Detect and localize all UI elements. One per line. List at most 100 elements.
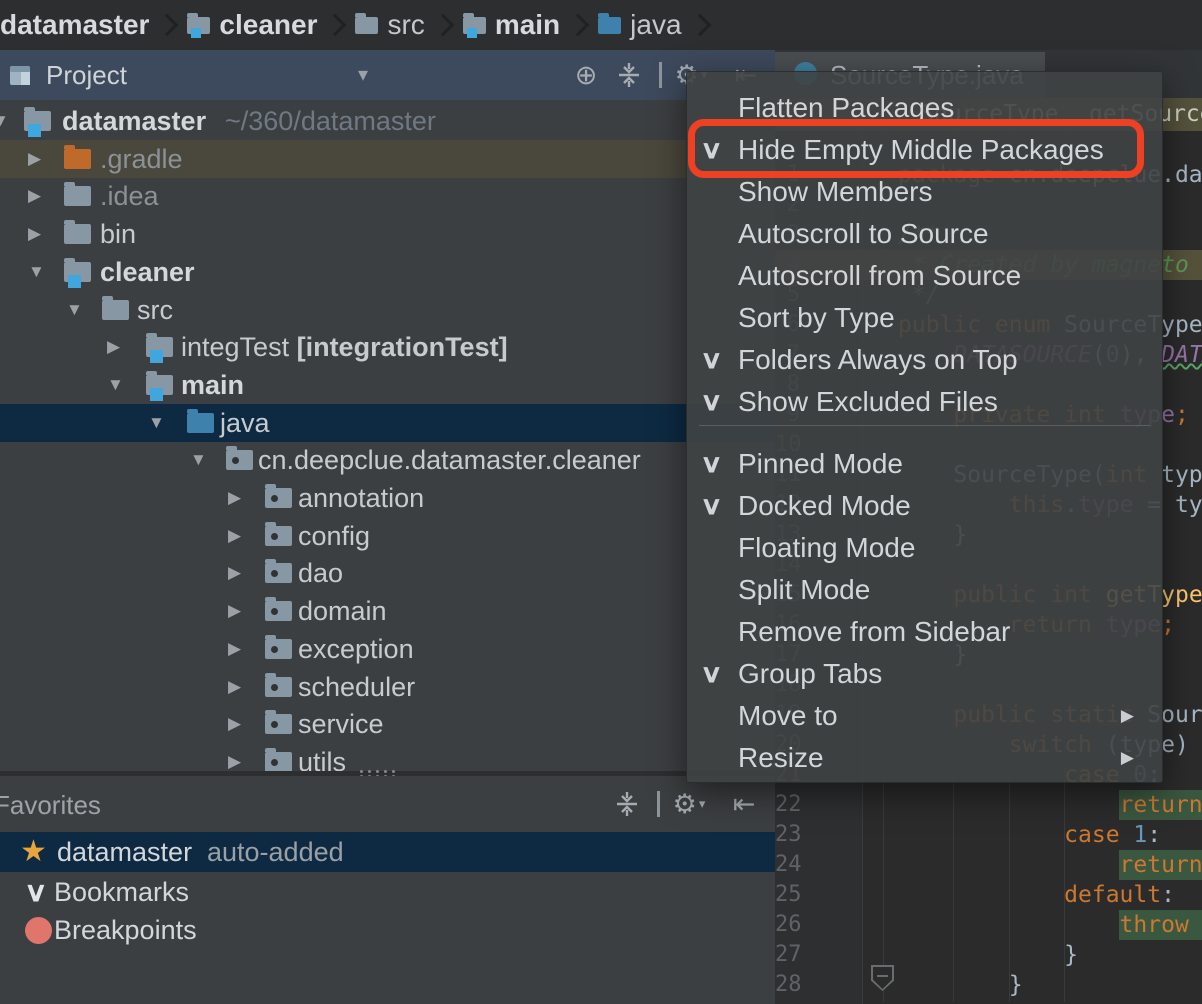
settings-gear-icon[interactable]: ⚙▾ <box>674 776 704 832</box>
menu-item-remove-from-sidebar[interactable]: Remove from Sidebar <box>687 611 1162 653</box>
menu-item-move-to[interactable]: Move to▶ <box>687 695 1162 737</box>
tree-row-label: utils <box>298 743 346 771</box>
expand-arrow-icon[interactable]: ▶ <box>28 215 41 253</box>
source-folder-icon <box>598 17 621 34</box>
favorites-item-Breakpoints[interactable]: Breakpoints <box>0 910 775 948</box>
line-number: 28 <box>775 970 855 1000</box>
breadcrumb-label: main <box>495 9 560 41</box>
expand-arrow-icon[interactable]: ▶ <box>228 705 241 743</box>
line-number: 29 <box>775 1000 855 1004</box>
tree-row-cn.deepclue.datamaster.cleaner[interactable]: ▼cn.deepclue.datamaster.cleaner <box>0 441 775 479</box>
collapse-arrow-icon[interactable]: ▼ <box>0 102 9 140</box>
project-title: Project <box>46 60 127 91</box>
tree-row-config[interactable]: ▶config <box>0 517 775 555</box>
tree-row-exception[interactable]: ▶exception <box>0 630 775 668</box>
tree-row-main[interactable]: ▼ main <box>0 366 775 404</box>
code-line: } <box>898 970 1023 1000</box>
folder-icon <box>64 186 91 206</box>
menu-item-show-excluded-files[interactable]: ∨Show Excluded Files <box>687 381 1162 423</box>
module-folder-icon <box>64 262 91 282</box>
bookmark-check-icon: ∨ <box>24 872 48 912</box>
menu-item-group-tabs[interactable]: ∨Group Tabs <box>687 653 1162 695</box>
menu-item-sort-by-type[interactable]: Sort by Type <box>687 297 1162 339</box>
collapse-arrow-icon[interactable]: ▼ <box>66 291 83 329</box>
chevron-down-icon[interactable]: ▾ <box>358 62 368 87</box>
menu-item-label: Pinned Mode <box>738 448 903 479</box>
tree-row-src[interactable]: ▼src <box>0 291 775 329</box>
tree-row-label: integTest [integrationTest] <box>181 328 508 366</box>
code-line: } <box>898 940 1078 970</box>
expand-arrow-icon[interactable]: ▶ <box>228 668 241 706</box>
collapse-arrow-icon[interactable]: ▼ <box>190 441 207 479</box>
expand-arrow-icon[interactable]: ▶ <box>228 517 241 555</box>
breadcrumb-item-datamaster[interactable]: datamaster <box>0 9 149 41</box>
expand-arrow-icon[interactable]: ▶ <box>107 328 120 366</box>
menu-item-pinned-mode[interactable]: ∨Pinned Mode <box>687 443 1162 485</box>
code-line: return DATATABLE; <box>898 850 1202 880</box>
collapse-all-icon[interactable] <box>614 50 644 100</box>
package-icon <box>265 752 292 771</box>
expand-arrow-icon[interactable]: ▶ <box>228 630 241 668</box>
hide-sidebar-icon[interactable]: ⇤ <box>729 776 759 832</box>
menu-item-label: Floating Mode <box>738 532 915 563</box>
menu-item-floating-mode[interactable]: Floating Mode <box>687 527 1162 569</box>
favorites-header: Favorites ⚙▾ ⇤ <box>0 776 775 832</box>
menu-item-split-mode[interactable]: Split Mode <box>687 569 1162 611</box>
tree-row-.idea[interactable]: ▶.idea <box>0 177 775 215</box>
package-icon <box>265 639 292 659</box>
tree-row-annotation[interactable]: ▶ annotation <box>0 479 775 517</box>
expand-arrow-icon[interactable]: ▶ <box>228 592 241 630</box>
favorites-item-label: Bookmarks <box>54 872 189 912</box>
breadcrumb-item-main[interactable]: main <box>463 9 560 41</box>
tree-row-label: annotation <box>298 479 424 517</box>
expand-arrow-icon[interactable]: ▶ <box>228 554 241 592</box>
menu-item-docked-mode[interactable]: ∨Docked Mode <box>687 485 1162 527</box>
tree-row-bin[interactable]: ▶bin <box>0 215 775 253</box>
collapse-arrow-icon[interactable]: ▼ <box>28 253 45 291</box>
expand-arrow-icon[interactable]: ▶ <box>228 479 241 517</box>
tree-row-scheduler[interactable]: ▶ scheduler <box>0 668 775 706</box>
breadcrumb-item-src[interactable]: src <box>355 9 424 41</box>
menu-item-autoscroll-from-source[interactable]: Autoscroll from Source <box>687 255 1162 297</box>
tree-row-.gradle[interactable]: ▶.gradle <box>0 140 775 178</box>
project-header: Project ▾ ⊕ ⚙▾ ⇤ <box>0 50 775 100</box>
fold-marker-icon[interactable] <box>871 965 894 991</box>
expand-arrow-icon[interactable]: ▶ <box>28 140 41 178</box>
tree-row-label: main <box>181 366 244 404</box>
tree-row-dao[interactable]: ▶ dao <box>0 554 775 592</box>
tree-row-utils[interactable]: ▶ utils <box>0 743 775 771</box>
tree-row-integTest[interactable]: ▶ integTest [integrationTest] <box>0 328 775 366</box>
line-number: 23 <box>775 820 855 850</box>
tree-row-datamaster[interactable]: ▼datamaster~/360/datamaster <box>0 102 775 140</box>
tree-row-domain[interactable]: ▶domain <box>0 592 775 630</box>
folder-icon <box>355 17 378 34</box>
breadcrumb-item-cleaner[interactable]: cleaner <box>187 9 317 41</box>
menu-item-label: Group Tabs <box>738 658 882 689</box>
expand-arrow-icon[interactable]: ▶ <box>228 743 241 771</box>
menu-item-folders-always-on-top[interactable]: ∨Folders Always on Top <box>687 339 1162 381</box>
module-folder-icon <box>146 375 173 395</box>
package-icon <box>265 563 292 583</box>
expand-arrow-icon[interactable]: ▶ <box>28 177 41 215</box>
package-icon <box>265 714 292 734</box>
locate-icon[interactable]: ⊕ <box>571 50 601 100</box>
menu-item-autoscroll-to-source[interactable]: Autoscroll to Source <box>687 213 1162 255</box>
menu-item-label: Resize <box>738 742 824 773</box>
tree-row-label: scheduler <box>298 668 415 706</box>
collapse-arrow-icon[interactable]: ▼ <box>107 366 124 404</box>
tree-row-java[interactable]: ▼java <box>0 404 775 442</box>
favorites-item-datamaster[interactable]: ★datamasterauto-added <box>0 832 775 872</box>
menu-item-resize[interactable]: Resize▶ <box>687 737 1162 779</box>
favorites-title: Favorites <box>0 790 101 821</box>
collapse-all-icon[interactable] <box>612 776 642 832</box>
tree-row-service[interactable]: ▶service <box>0 705 775 743</box>
tree-row-label: dao <box>298 554 343 592</box>
breadcrumb-item-java[interactable]: java <box>598 9 681 41</box>
star-icon: ★ <box>20 832 47 872</box>
favorites-item-Bookmarks[interactable]: ∨Bookmarks <box>0 872 775 910</box>
menu-separator <box>699 425 1150 426</box>
breadcrumb: datamaster cleaner src main java <box>0 0 1202 50</box>
project-tool-icon <box>8 63 34 94</box>
tree-row-cleaner[interactable]: ▼cleaner <box>0 253 775 291</box>
collapse-arrow-icon[interactable]: ▼ <box>148 404 165 442</box>
